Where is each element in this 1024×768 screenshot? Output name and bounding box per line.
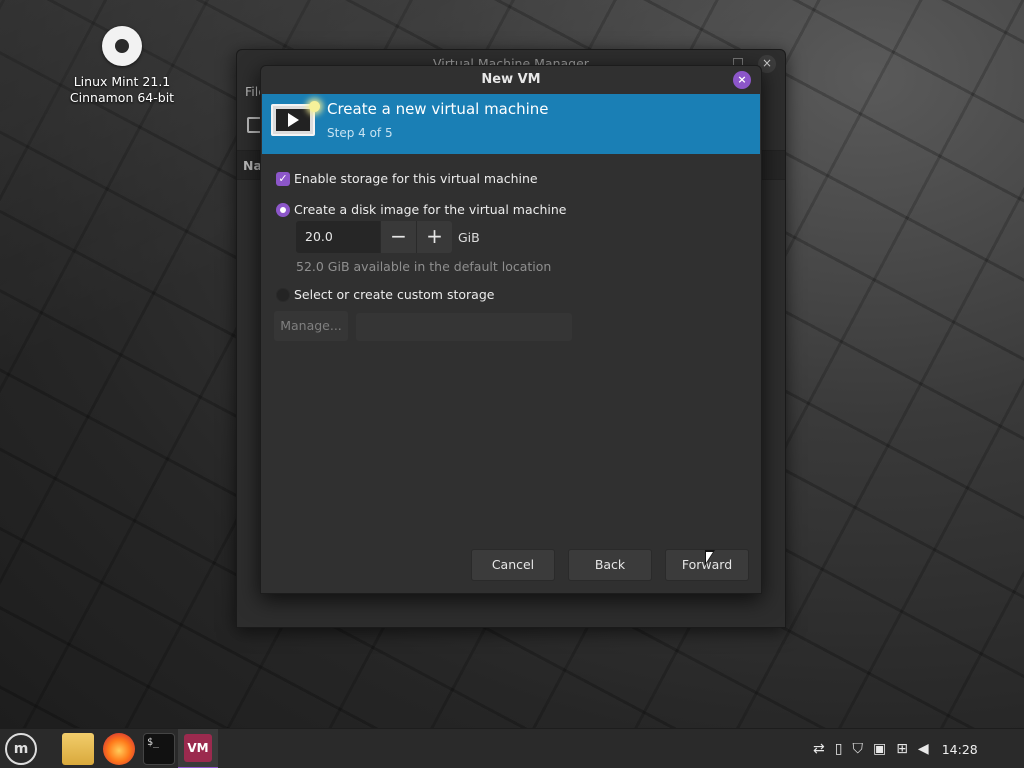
dialog-title: New VM [481, 72, 541, 87]
system-tray: ⇄ ▯ ⛉ ▣ ⊞ ◀ 14:28 [808, 729, 978, 768]
workspace-switcher-icon[interactable]: ⇄ [813, 741, 825, 757]
disc-icon [102, 26, 142, 66]
volume-icon[interactable]: ◀ [918, 741, 929, 757]
update-manager-icon[interactable]: ▣ [873, 741, 886, 757]
terminal-icon[interactable]: $_ [143, 733, 175, 765]
file-manager-icon[interactable] [62, 733, 94, 765]
checkbox-checked-icon[interactable]: ✓ [276, 171, 290, 186]
custom-storage-radio[interactable]: Select or create custom storage [276, 287, 494, 302]
custom-storage-path-input[interactable] [356, 313, 572, 341]
dialog-titlebar: New VM × [261, 66, 761, 94]
disk-size-spinner[interactable]: 20.0 − + GiB [296, 221, 480, 253]
manage-button[interactable]: Manage... [274, 311, 348, 341]
decrement-button[interactable]: − [380, 221, 416, 253]
network-icon[interactable]: ⊞ [896, 741, 908, 757]
clock[interactable]: 14:28 [942, 742, 978, 757]
increment-button[interactable]: + [416, 221, 452, 253]
wizard-title: Create a new virtual machine [327, 100, 549, 118]
monitor-play-icon [271, 101, 320, 136]
custom-storage-label: Select or create custom storage [294, 287, 495, 302]
mouse-cursor-icon [705, 550, 715, 566]
desktop-icon-linux-mint[interactable]: Linux Mint 21.1 Cinnamon 64-bit [62, 26, 182, 106]
dialog-close-button[interactable]: × [733, 71, 751, 89]
firefox-icon[interactable] [103, 733, 135, 765]
new-vm-dialog: New VM × Create a new virtual machine St… [260, 65, 762, 594]
disk-size-input[interactable]: 20.0 [296, 221, 380, 253]
size-unit-label: GiB [458, 229, 480, 245]
radio-selected-icon[interactable] [276, 202, 290, 217]
taskbar: m $_ VM ⇄ ▯ ⛉ ▣ ⊞ ◀ 14:28 [0, 728, 1024, 768]
enable-storage-label: Enable storage for this virtual machine [294, 171, 538, 186]
available-space-text: 52.0 GiB available in the default locati… [296, 259, 552, 274]
cancel-button[interactable]: Cancel [471, 549, 555, 581]
radio-unselected-icon[interactable] [276, 287, 290, 302]
wizard-banner: Create a new virtual machine Step 4 of 5 [262, 94, 760, 154]
virt-manager-icon: VM [184, 734, 212, 762]
disk-image-label: Create a disk image for the virtual mach… [294, 202, 567, 217]
mint-menu-icon[interactable]: m [5, 733, 37, 765]
disk-image-radio[interactable]: Create a disk image for the virtual mach… [276, 202, 567, 217]
desktop-icon-label-line1: Linux Mint 21.1 [73, 74, 171, 89]
back-button[interactable]: Back [568, 549, 652, 581]
notification-icon[interactable]: ▯ [835, 741, 843, 757]
enable-storage-checkbox[interactable]: ✓ Enable storage for this virtual machin… [276, 171, 538, 186]
shield-icon[interactable]: ⛉ [852, 741, 863, 757]
desktop-icon-label-line2: Cinnamon 64-bit [69, 90, 175, 105]
wizard-step: Step 4 of 5 [327, 126, 393, 140]
virt-manager-taskbar-button[interactable]: VM [178, 729, 218, 768]
